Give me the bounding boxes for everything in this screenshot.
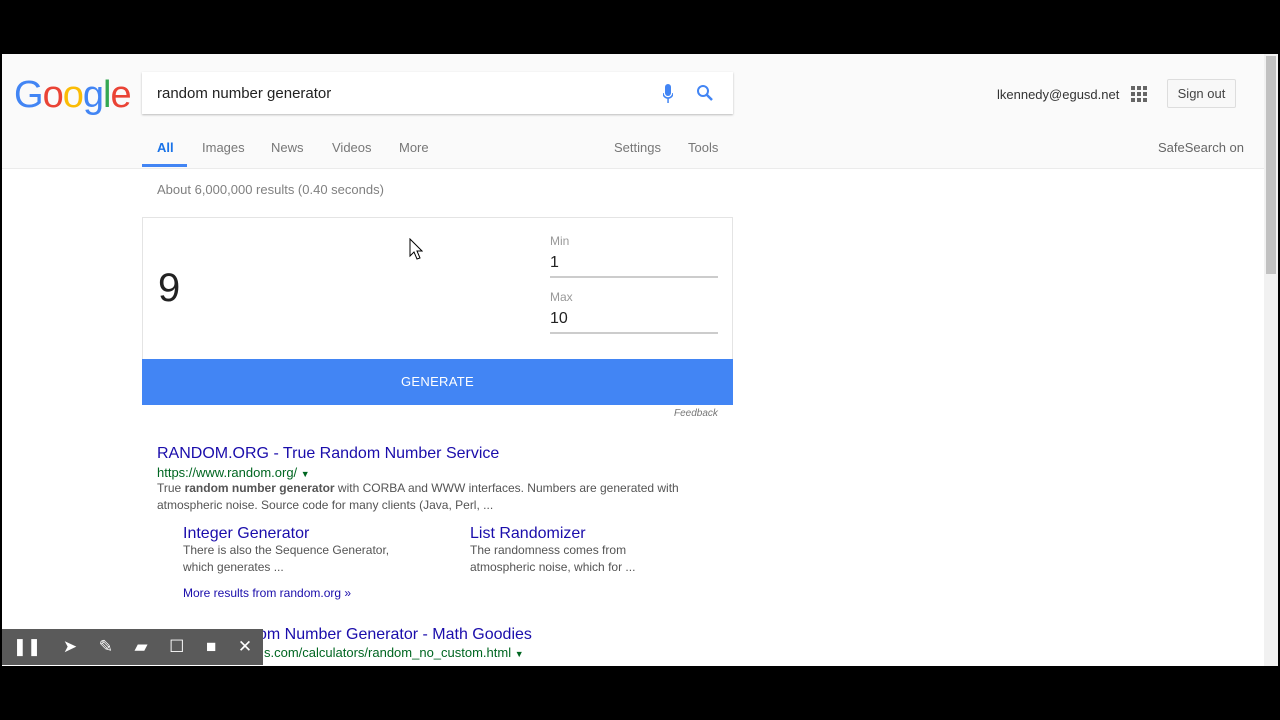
max-input[interactable]: 10 [550, 310, 718, 334]
highlighter-icon[interactable]: ▰ [135, 637, 148, 657]
feedback-link[interactable]: Feedback [674, 408, 718, 419]
pause-icon[interactable]: ❚❚ [13, 637, 42, 657]
microphone-icon[interactable] [663, 84, 673, 104]
tab-settings[interactable]: Settings [614, 140, 661, 155]
tab-videos[interactable]: Videos [332, 140, 372, 155]
account-email[interactable]: lkennedy@egusd.net [997, 87, 1119, 102]
search-icon[interactable] [696, 84, 714, 102]
min-input[interactable]: 1 [550, 254, 718, 278]
result-stats: About 6,000,000 results (0.40 seconds) [157, 182, 384, 197]
generate-button[interactable]: GENERATE [142, 359, 733, 405]
active-tab-indicator [142, 164, 187, 167]
camera-icon[interactable]: ■ [206, 637, 216, 657]
safesearch-status[interactable]: SafeSearch on [1158, 140, 1244, 155]
tab-news[interactable]: News [271, 140, 304, 155]
result-url[interactable]: s.com/calculators/random_no_custom.html … [264, 645, 524, 660]
search-input[interactable]: random number generator [142, 72, 733, 114]
sitelink-list-randomizer[interactable]: List Randomizer [470, 525, 586, 543]
min-label: Min [550, 234, 570, 248]
tab-all[interactable]: All [157, 140, 174, 155]
rectangle-icon[interactable]: ☐ [169, 637, 184, 657]
google-logo[interactable]: Google [14, 74, 132, 117]
recording-toolbar: ❚❚ ➤ ✎ ▰ ☐ ■ ✕ [2, 629, 263, 665]
sitelink-snippet: There is also the Sequence Generator, wh… [183, 543, 390, 574]
tab-images[interactable]: Images [202, 140, 245, 155]
result-url[interactable]: https://www.random.org/ ▼ [157, 465, 310, 480]
result-title[interactable]: RANDOM.ORG - True Random Number Service [157, 445, 499, 463]
result-snippet: True random number generator with CORBA … [157, 481, 679, 512]
header: Google random number generator lkennedy@… [2, 54, 1264, 169]
generated-number: 9 [158, 266, 181, 310]
apps-grid-icon[interactable] [1131, 86, 1147, 102]
scrollbar[interactable] [1264, 54, 1278, 666]
more-results-link[interactable]: More results from random.org » [183, 586, 351, 600]
max-label: Max [550, 290, 573, 304]
browser-page: Google random number generator lkennedy@… [2, 54, 1278, 666]
close-icon[interactable]: ✕ [238, 637, 252, 657]
result-title[interactable]: om Number Generator - Math Goodies [258, 626, 532, 644]
pencil-icon[interactable]: ✎ [99, 637, 113, 657]
sitelink-integer-generator[interactable]: Integer Generator [183, 525, 309, 543]
mouse-cursor-icon [409, 238, 423, 260]
tab-more[interactable]: More [399, 140, 429, 155]
search-query[interactable]: random number generator [157, 85, 331, 102]
sign-out-button[interactable]: Sign out [1167, 79, 1236, 108]
tab-tools[interactable]: Tools [688, 140, 718, 155]
pointer-icon[interactable]: ➤ [63, 637, 77, 657]
scrollbar-thumb[interactable] [1266, 56, 1276, 274]
sitelink-snippet: The randomness comes from atmospheric no… [470, 543, 636, 574]
